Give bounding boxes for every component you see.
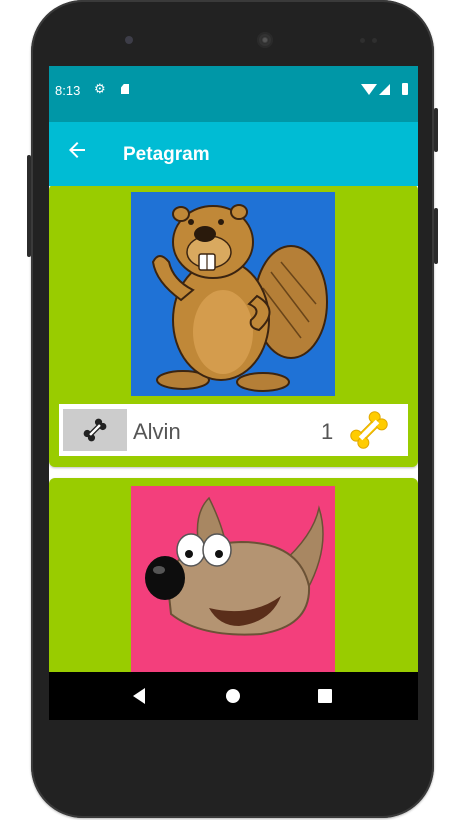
wifi-icon bbox=[361, 84, 377, 95]
nav-back-icon[interactable] bbox=[133, 688, 145, 704]
pet-info-row: Alvin 1 bbox=[59, 404, 408, 456]
power-button bbox=[434, 108, 438, 152]
front-camera bbox=[125, 36, 133, 44]
nav-recents-icon[interactable] bbox=[318, 689, 332, 703]
nav-home-icon[interactable] bbox=[226, 689, 240, 703]
dog-illustration bbox=[145, 496, 324, 636]
pet-name: Alvin bbox=[133, 419, 181, 444]
gear-icon: ⚙ bbox=[94, 81, 106, 96]
page-title: Petagram bbox=[123, 144, 210, 165]
beaver-illustration bbox=[151, 204, 328, 392]
system-nav-bar bbox=[49, 672, 418, 720]
app-bar: Petagram bbox=[49, 122, 418, 186]
sd-card-icon bbox=[121, 84, 129, 94]
cell-signal-icon bbox=[379, 84, 390, 95]
proximity-sensor bbox=[360, 38, 365, 43]
like-count: 1 bbox=[321, 419, 334, 444]
pet-photo-beaver bbox=[131, 192, 335, 396]
pet-card: Alvin 1 bbox=[49, 186, 418, 467]
bone-icon bbox=[83, 418, 107, 442]
pet-card bbox=[49, 478, 418, 672]
status-bar: 8:13 ⚙ bbox=[49, 66, 418, 122]
status-time: 8:13 bbox=[55, 83, 81, 98]
pet-list[interactable]: Alvin 1 bbox=[49, 186, 418, 672]
battery-icon bbox=[402, 83, 408, 95]
arrow-left-icon[interactable] bbox=[65, 138, 89, 162]
volume-button bbox=[27, 155, 31, 257]
light-sensor bbox=[372, 38, 377, 43]
device-screen: 8:13 ⚙ Petagram Alvin 1 bbox=[49, 66, 418, 720]
side-button bbox=[434, 208, 438, 264]
gold-bone-icon bbox=[350, 411, 388, 449]
pet-photo-dog bbox=[131, 486, 335, 672]
earpiece-speaker bbox=[257, 32, 273, 48]
like-button[interactable] bbox=[63, 409, 127, 451]
